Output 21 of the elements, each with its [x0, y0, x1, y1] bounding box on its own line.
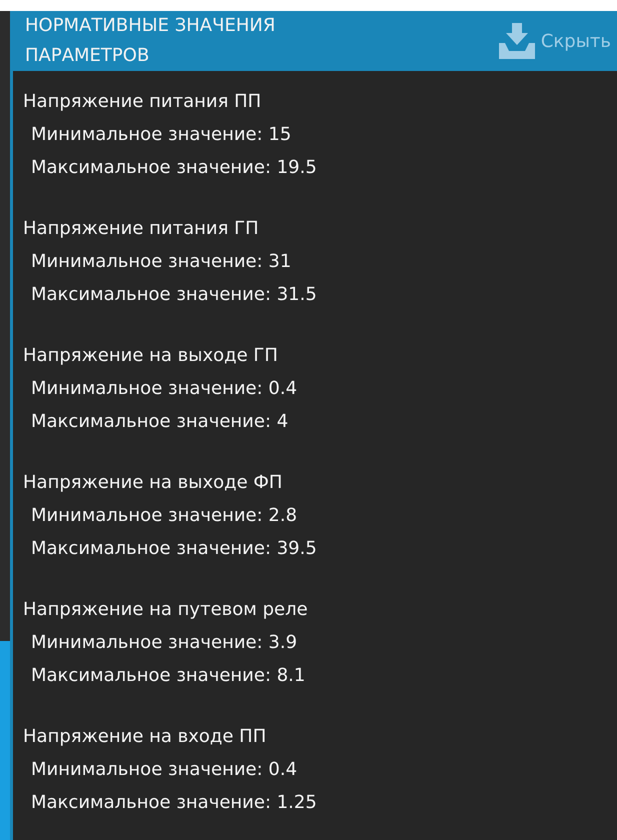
- max-value: Максимальное значение: 19.5: [30, 156, 318, 180]
- max-value: Максимальное значение: 1.25: [30, 791, 318, 815]
- parameter-name: Напряжение питания ГП: [23, 217, 260, 241]
- parameter-name: Напряжение на выходе ФП: [23, 471, 284, 495]
- max-value: Максимальное значение: 39.5: [30, 537, 318, 561]
- max-value: Максимальное значение: 31.5: [30, 283, 318, 307]
- parameter-name: Напряжение питания ПП: [23, 90, 262, 114]
- min-value: Минимальное значение: 3.9: [30, 631, 298, 655]
- min-value: Минимальное значение: 2.8: [30, 504, 298, 528]
- inbox-download-icon: [496, 23, 537, 59]
- parameter-name: Напряжение на путевом реле: [23, 598, 309, 622]
- min-value: Минимальное значение: 0.4: [30, 758, 298, 782]
- parameter-name: Напряжение на входе ПП: [23, 725, 268, 749]
- min-value: Минимальное значение: 15: [30, 123, 292, 147]
- hide-button[interactable]: Скрыть: [496, 23, 611, 59]
- panel-title: НОРМАТИВНЫЕ ЗНАЧЕНИЯ ПАРАМЕТРОВ: [25, 14, 276, 68]
- parameter-name: Напряжение на выходе ГП: [23, 344, 279, 368]
- max-value: Максимальное значение: 8.1: [30, 664, 306, 688]
- min-value: Минимальное значение: 31: [30, 250, 292, 274]
- min-value: Минимальное значение: 0.4: [30, 377, 298, 401]
- max-value: Максимальное значение: 4: [30, 410, 290, 434]
